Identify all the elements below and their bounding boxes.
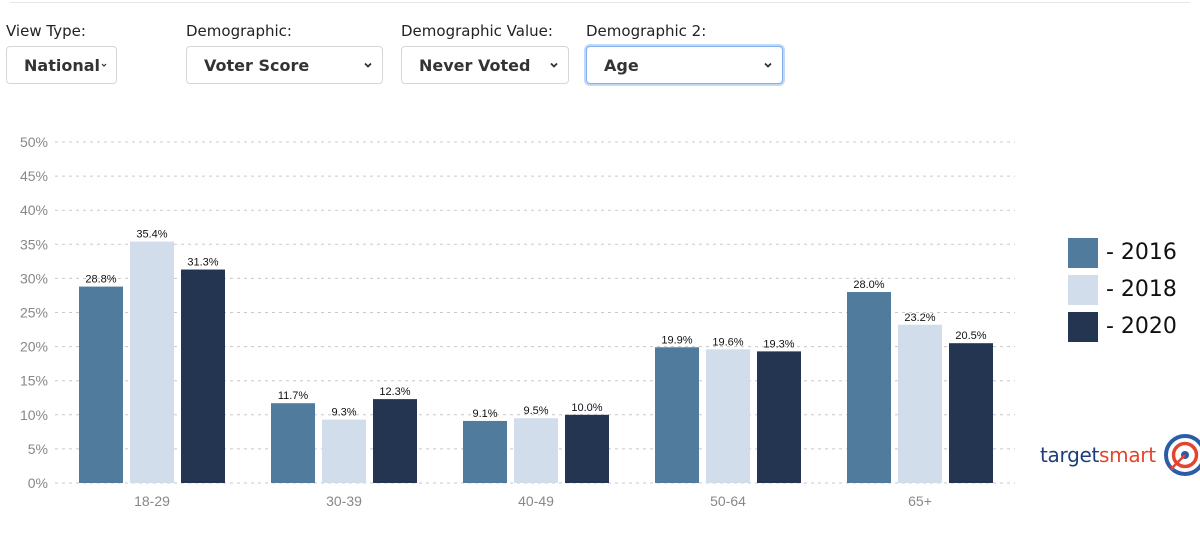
bar-2016-50-64[interactable] (655, 347, 699, 483)
bar-2020-65+[interactable] (949, 343, 993, 483)
y-tick-label: 25% (20, 305, 48, 321)
bar-2018-18-29[interactable] (130, 241, 174, 483)
data-label: 11.7% (278, 390, 309, 402)
bar-chart: 0% 5% 10% 15% 20% 25% 30% 35% 40% 45% 50% 28.8% 35.… (20, 134, 1015, 509)
data-label: 12.3% (379, 386, 410, 398)
bar-2016-65+[interactable] (847, 292, 891, 483)
y-tick-label: 35% (20, 236, 48, 252)
data-label: 35.4% (136, 229, 167, 241)
y-tick-label: 5% (28, 441, 48, 457)
legend-item-2018: - 2018 (1068, 271, 1177, 308)
legend-label: - 2018 (1106, 277, 1177, 302)
bar-2018-30-39[interactable] (322, 419, 366, 483)
bar-2016-18-29[interactable] (79, 286, 123, 483)
bar-2020-18-29[interactable] (181, 269, 225, 483)
bar-2018-40-49[interactable] (514, 418, 558, 483)
y-tick-label: 50% (20, 134, 48, 150)
data-label: 9.3% (331, 407, 356, 419)
targetsmart-logo: targetsmart (1040, 432, 1200, 478)
y-tick-label: 40% (20, 202, 48, 218)
x-tick-label: 40-49 (518, 493, 554, 509)
legend-label: - 2020 (1106, 314, 1177, 339)
bar-2018-50-64[interactable] (706, 349, 750, 483)
data-label: 28.0% (853, 279, 884, 291)
legend-swatch (1068, 311, 1098, 342)
data-label: 19.9% (661, 334, 692, 346)
legend: - 2016 - 2018 - 2020 (1068, 234, 1177, 345)
data-label: 23.2% (904, 312, 935, 324)
data-label: 28.8% (85, 274, 116, 286)
data-label: 10.0% (571, 402, 602, 414)
y-tick-label: 45% (20, 168, 48, 184)
data-label: 9.1% (472, 408, 497, 420)
y-tick-label: 30% (20, 270, 48, 286)
x-tick-label: 30-39 (326, 493, 362, 509)
target-icon (1163, 434, 1200, 476)
logo-text: targetsmart (1040, 443, 1156, 467)
bar-2018-65+[interactable] (898, 324, 942, 483)
y-tick-label: 20% (20, 339, 48, 355)
data-label: 9.5% (523, 405, 548, 417)
legend-item-2020: - 2020 (1068, 308, 1177, 345)
y-tick-label: 10% (20, 407, 48, 423)
bar-2020-30-39[interactable] (373, 399, 417, 483)
y-axis: 0% 5% 10% 15% 20% 25% 30% 35% 40% 45% 50% (20, 134, 48, 491)
x-tick-label: 65+ (908, 493, 932, 509)
data-label: 20.5% (955, 330, 986, 342)
y-tick-label: 15% (20, 373, 48, 389)
x-axis: 18-29 30-39 40-49 50-64 65+ (134, 493, 932, 509)
bar-2016-40-49[interactable] (463, 420, 507, 483)
bar-2020-50-64[interactable] (757, 351, 801, 483)
data-label: 19.6% (712, 336, 743, 348)
bars: 28.8% 35.4% 31.3% 11.7% 9.3% 12.3% 9.1% 9.5% 10.… (79, 229, 993, 483)
legend-item-2016: - 2016 (1068, 234, 1177, 271)
y-tick-label: 0% (28, 475, 48, 491)
bar-2020-40-49[interactable] (565, 414, 609, 483)
legend-label: - 2016 (1106, 240, 1177, 265)
legend-swatch (1068, 237, 1098, 268)
data-label: 31.3% (187, 257, 218, 269)
data-label: 19.3% (763, 338, 794, 350)
legend-swatch (1068, 274, 1098, 305)
x-tick-label: 50-64 (710, 493, 746, 509)
bar-2016-30-39[interactable] (271, 403, 315, 483)
x-tick-label: 18-29 (134, 493, 170, 509)
